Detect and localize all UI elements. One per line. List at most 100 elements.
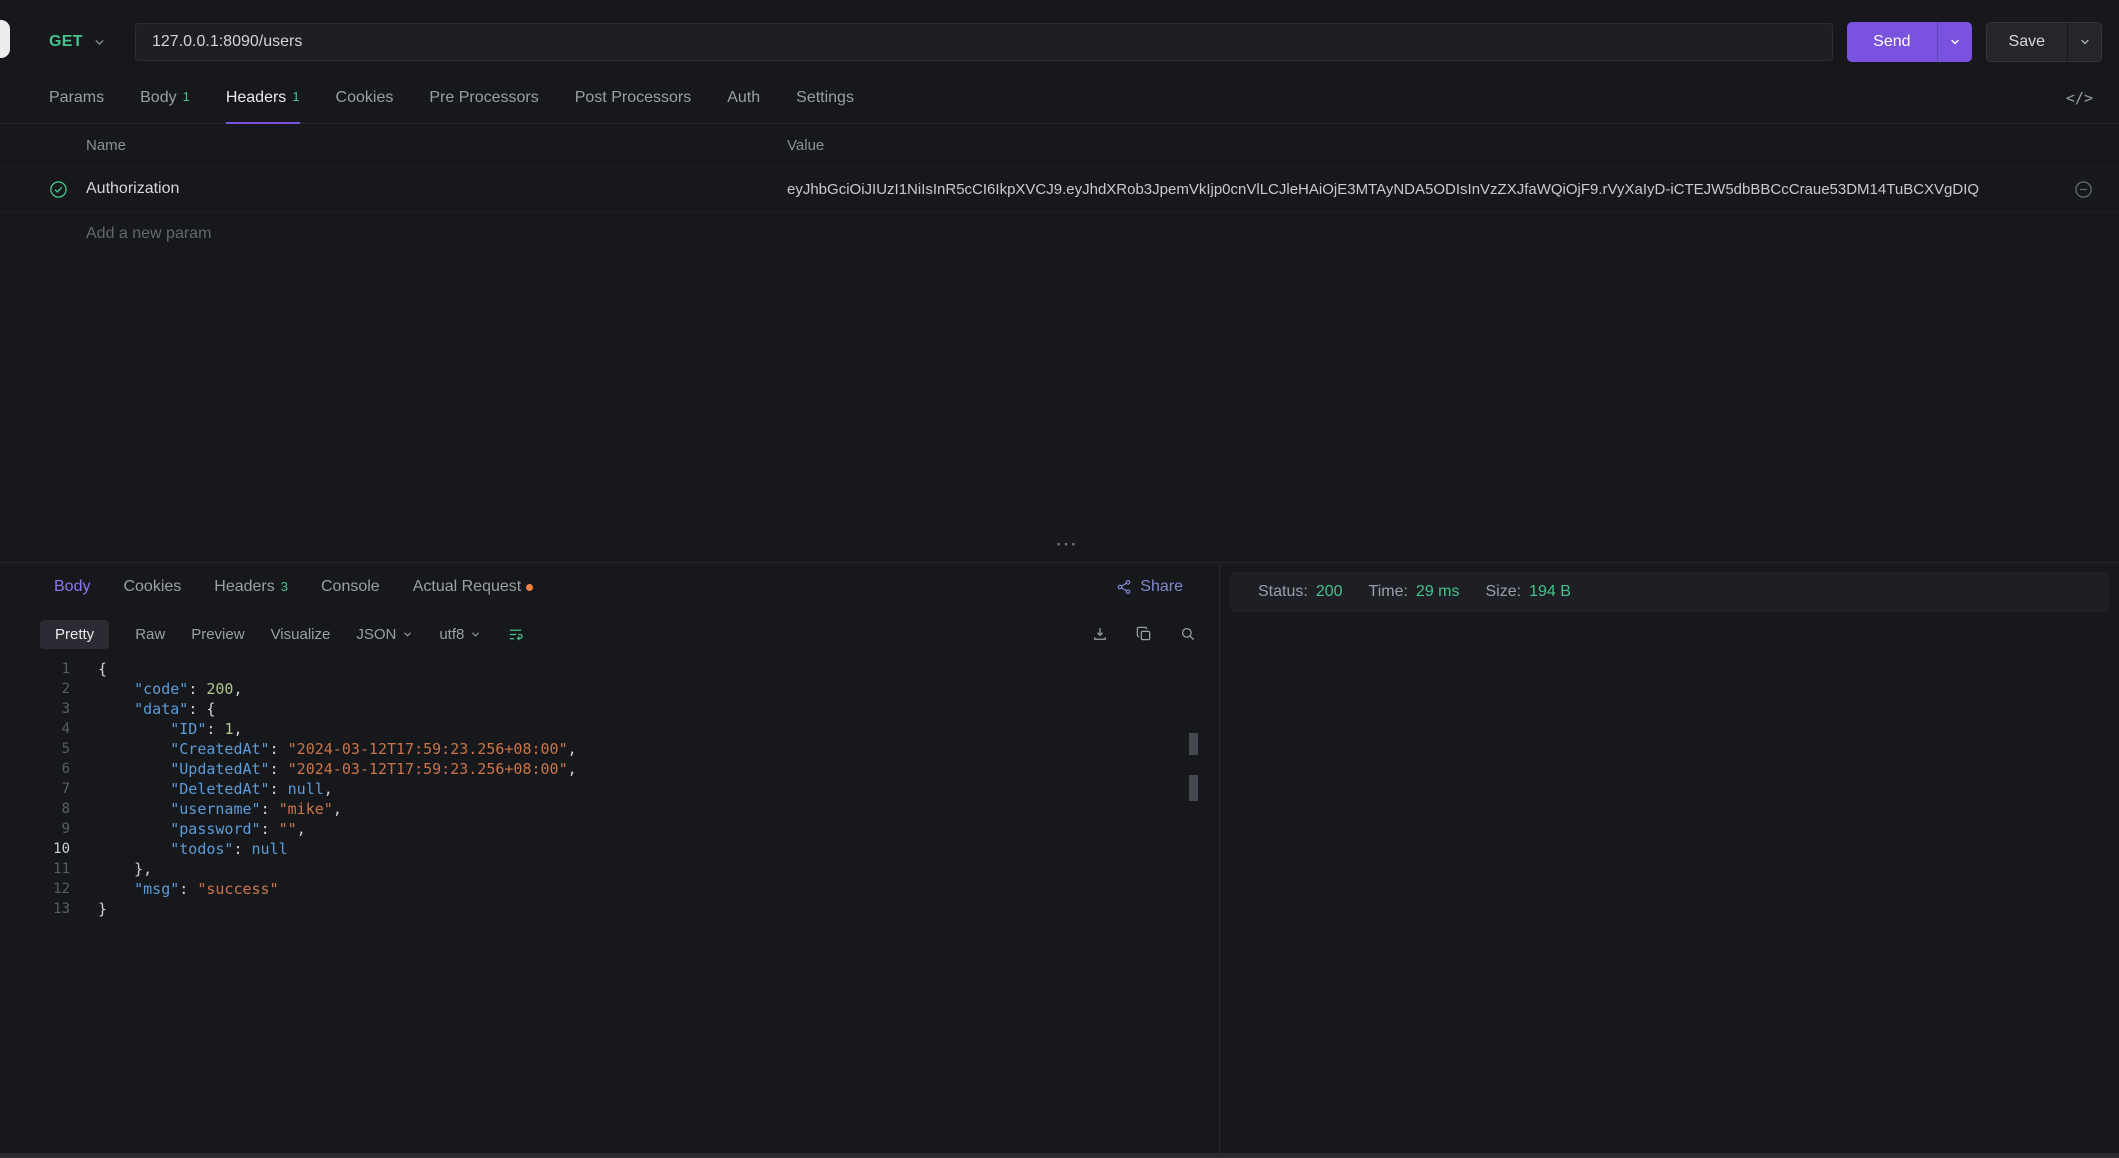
line-number: 4: [0, 719, 70, 739]
code-line-7[interactable]: 7 "DeletedAt": null,: [0, 779, 1219, 799]
sidebar-collapsed-handle[interactable]: [0, 20, 10, 58]
code-line-2[interactable]: 2 "code": 200,: [0, 679, 1219, 699]
word-wrap-icon[interactable]: [507, 626, 524, 643]
code-line-content: "UpdatedAt": "2024-03-12T17:59:23.256+08…: [98, 759, 577, 779]
search-icon[interactable]: [1179, 625, 1197, 643]
request-bar: GET Send Save: [49, 20, 2102, 64]
line-number: 10: [0, 839, 70, 859]
api-client-window: GET Send Save Params Body1 Headers1 Cook: [0, 0, 2119, 1158]
code-line-10[interactable]: 10 "todos": null: [0, 839, 1219, 859]
response-meta-panel: Status: 200 Time: 29 ms Size: 194 B: [1220, 563, 2119, 1158]
tab-label: Post Processors: [575, 89, 691, 107]
line-number: 7: [0, 779, 70, 799]
window-bottom-edge: [0, 1153, 2119, 1158]
response-tab-cookies[interactable]: Cookies: [123, 578, 181, 596]
panel-resize-handle[interactable]: ⋯: [1055, 534, 1079, 554]
tab-pre-processors[interactable]: Pre Processors: [429, 72, 538, 123]
header-value-cell[interactable]: eyJhbGciOiJIUzI1NiIsInR5cCI6IkpXVCJ9.eyJ…: [787, 181, 1979, 198]
format-select-value: JSON: [356, 626, 396, 643]
tab-count: 1: [183, 89, 190, 104]
download-response-icon[interactable]: [1091, 625, 1109, 643]
share-button[interactable]: Share: [1116, 578, 1183, 596]
send-dropdown-button[interactable]: [1937, 22, 1972, 62]
remove-row-icon[interactable]: [2074, 180, 2093, 199]
tab-post-processors[interactable]: Post Processors: [575, 72, 691, 123]
encoding-select-value: utf8: [439, 626, 464, 643]
method-select[interactable]: GET: [49, 33, 135, 51]
tab-body[interactable]: Body 1: [140, 72, 190, 123]
response-tab-headers[interactable]: Headers 3: [214, 578, 288, 596]
save-button-group: Save: [1986, 22, 2102, 62]
line-number: 12: [0, 879, 70, 899]
code-line-3[interactable]: 3 "data": {: [0, 699, 1219, 719]
view-preview-button[interactable]: Preview: [191, 626, 244, 643]
tab-label: Auth: [727, 89, 760, 107]
time-metric: Time: 29 ms: [1369, 583, 1460, 601]
code-line-13[interactable]: 13}: [0, 899, 1219, 919]
size-value: 194 B: [1529, 583, 1571, 601]
tab-label: Headers: [226, 89, 286, 107]
view-pretty-button[interactable]: Pretty: [40, 620, 109, 649]
response-status-bar: Status: 200 Time: 29 ms Size: 194 B: [1230, 572, 2109, 612]
response-toolbar: Pretty Raw Preview Visualize JSON utf8: [0, 611, 1219, 657]
chevron-down-icon: [1949, 36, 1961, 48]
size-label: Size:: [1486, 583, 1522, 601]
line-number: 3: [0, 699, 70, 719]
view-visualize-button[interactable]: Visualize: [271, 626, 331, 643]
tab-label: Params: [49, 89, 104, 107]
tab-label: Headers: [214, 578, 274, 596]
add-param-placeholder[interactable]: Add a new param: [86, 225, 787, 243]
response-tab-body[interactable]: Body: [54, 578, 90, 596]
header-name-cell[interactable]: Authorization: [86, 180, 179, 197]
overview-ruler-mark: [1189, 733, 1198, 755]
response-tab-actual-request[interactable]: Actual Request: [413, 578, 534, 596]
response-tab-console[interactable]: Console: [321, 578, 380, 596]
add-param-row[interactable]: Add a new param: [0, 212, 2119, 256]
enabled-check-icon[interactable]: [49, 180, 68, 199]
time-label: Time:: [1369, 583, 1408, 601]
code-view-icon[interactable]: </>: [2066, 89, 2093, 107]
code-line-9[interactable]: 9 "password": "",: [0, 819, 1219, 839]
code-line-content: }: [98, 899, 107, 919]
code-line-12[interactable]: 12 "msg": "success": [0, 879, 1219, 899]
view-raw-button[interactable]: Raw: [135, 626, 165, 643]
tab-auth[interactable]: Auth: [727, 72, 760, 123]
response-body-editor[interactable]: 1{2 "code": 200,3 "data": {4 "ID": 1,5 "…: [0, 657, 1219, 1158]
code-line-8[interactable]: 8 "username": "mike",: [0, 799, 1219, 819]
code-line-4[interactable]: 4 "ID": 1,: [0, 719, 1219, 739]
code-line-11[interactable]: 11 },: [0, 859, 1219, 879]
tab-count: 1: [292, 89, 299, 104]
time-value: 29 ms: [1416, 583, 1460, 601]
url-input[interactable]: [135, 23, 1833, 61]
save-button[interactable]: Save: [1986, 22, 2067, 62]
code-line-content: },: [98, 859, 152, 879]
share-label: Share: [1140, 578, 1183, 596]
tab-label: Cookies: [336, 89, 394, 107]
tab-cookies[interactable]: Cookies: [336, 72, 394, 123]
share-icon: [1116, 579, 1132, 595]
modified-dot: [526, 584, 533, 591]
tab-label: Body: [54, 578, 90, 596]
code-line-6[interactable]: 6 "UpdatedAt": "2024-03-12T17:59:23.256+…: [0, 759, 1219, 779]
send-button[interactable]: Send: [1847, 22, 1936, 62]
tab-params[interactable]: Params: [49, 72, 104, 123]
tab-settings[interactable]: Settings: [796, 72, 854, 123]
code-line-content: "todos": null: [98, 839, 288, 859]
response-body-panel: Body Cookies Headers 3 Console Actual Req…: [0, 563, 1220, 1158]
format-select[interactable]: JSON: [356, 626, 413, 643]
code-line-content: "data": {: [98, 699, 215, 719]
code-line-1[interactable]: 1{: [0, 659, 1219, 679]
code-line-content: "DeletedAt": null,: [98, 779, 333, 799]
column-header-value: Value: [787, 137, 2047, 154]
copy-response-icon[interactable]: [1135, 625, 1153, 643]
tab-headers[interactable]: Headers 1: [226, 72, 300, 123]
tab-count: 3: [281, 579, 288, 594]
tab-label: Settings: [796, 89, 854, 107]
encoding-select[interactable]: utf8: [439, 626, 481, 643]
line-number: 11: [0, 859, 70, 879]
response-panel: Body Cookies Headers 3 Console Actual Req…: [0, 562, 2119, 1158]
tab-label: Body: [140, 89, 176, 107]
line-number: 5: [0, 739, 70, 759]
save-dropdown-button[interactable]: [2067, 22, 2102, 62]
code-line-5[interactable]: 5 "CreatedAt": "2024-03-12T17:59:23.256+…: [0, 739, 1219, 759]
